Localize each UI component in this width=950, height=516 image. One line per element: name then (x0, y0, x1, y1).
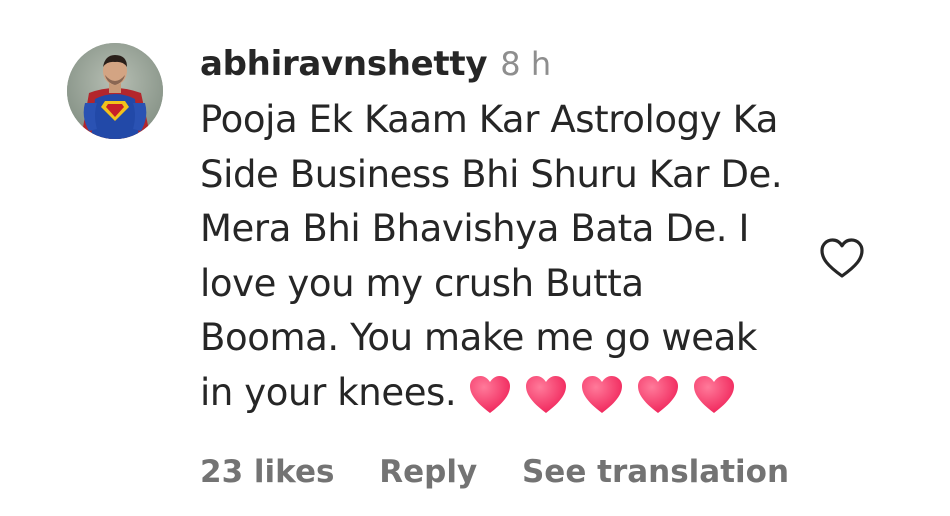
comment-header: abhiravnshetty 8 h (200, 36, 800, 92)
red-heart-emoji (580, 375, 624, 415)
comment-text: Pooja Ek Kaam Kar Astrology Ka Side Busi… (200, 93, 790, 421)
red-heart-emoji (468, 375, 512, 415)
emoji-group (468, 367, 748, 422)
timestamp: 8 h (500, 45, 552, 83)
username-link[interactable]: abhiravnshetty (200, 44, 488, 84)
red-heart-emoji (692, 375, 736, 415)
avatar[interactable] (67, 43, 163, 139)
superman-avatar-icon (67, 43, 163, 139)
red-heart-emoji (524, 375, 568, 415)
comment: abhiravnshetty 8 h Pooja Ek Kaam Kar Ast… (0, 0, 950, 516)
red-heart-emoji (636, 375, 680, 415)
heart-outline-icon (820, 238, 864, 278)
likes-count-button[interactable]: 23 likes (200, 454, 334, 490)
like-comment-button[interactable] (818, 236, 866, 280)
reply-button[interactable]: Reply (379, 454, 477, 490)
comment-actions: 23 likes Reply See translation (200, 448, 823, 496)
see-translation-button[interactable]: See translation (522, 454, 789, 490)
comment-body: abhiravnshetty 8 h Pooja Ek Kaam Kar Ast… (200, 36, 800, 421)
